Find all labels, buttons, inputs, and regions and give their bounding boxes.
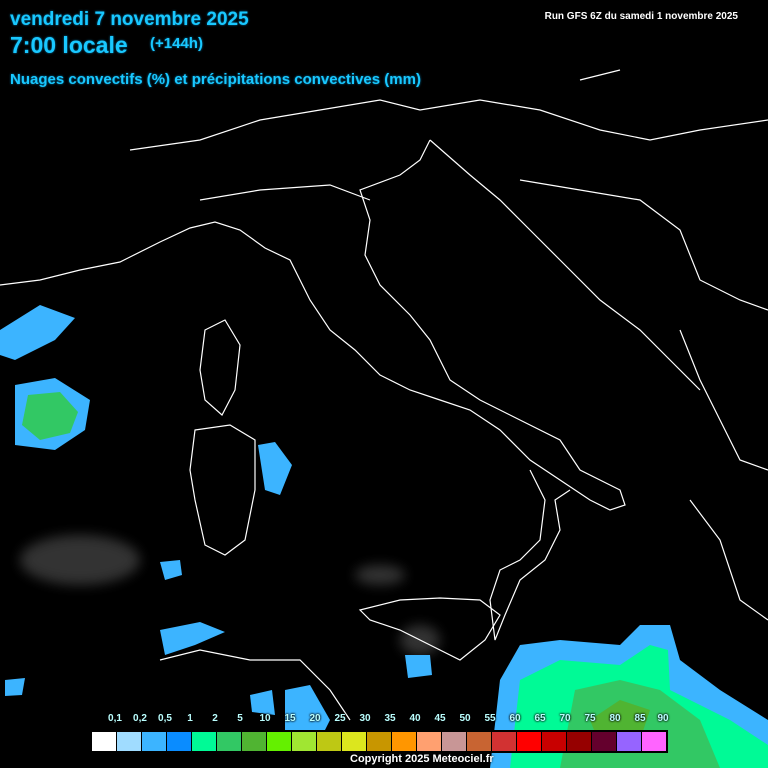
legend-swatch: [616, 731, 641, 752]
legend-swatch: [116, 731, 141, 752]
map-canvas: [0, 69, 768, 768]
legend-swatch: [266, 731, 291, 752]
legend-swatch: [91, 731, 116, 752]
legend-label: 85: [634, 713, 646, 724]
legend-swatch: [466, 731, 491, 752]
legend-label: 50: [459, 713, 471, 724]
forecast-lead-time: (+144h): [150, 35, 203, 52]
legend-swatch: [591, 731, 616, 752]
legend-label: 15: [284, 713, 296, 724]
model-run-label: Run GFS 6Z du samedi 1 novembre 2025: [544, 11, 738, 22]
legend-label: 90: [657, 713, 669, 724]
precipitation-layer: [0, 305, 768, 768]
legend-swatch: [641, 731, 667, 752]
legend-label: 20: [309, 713, 321, 724]
legend-label: 75: [584, 713, 596, 724]
legend-label: 70: [559, 713, 571, 724]
legend-label: 5: [237, 713, 243, 724]
legend-label: 80: [609, 713, 621, 724]
legend-label: 65: [534, 713, 546, 724]
forecast-date: vendredi 7 novembre 2025: [10, 9, 249, 30]
legend-swatch: [241, 731, 266, 752]
legend-swatch: [216, 731, 241, 752]
legend-swatch: [366, 731, 391, 752]
legend-swatch: [341, 731, 366, 752]
cloud-cover-layer: [20, 535, 440, 655]
legend-label: 45: [434, 713, 446, 724]
legend-swatch: [141, 731, 166, 752]
legend-label: 10: [259, 713, 271, 724]
legend-label: 35: [384, 713, 396, 724]
legend-label: 30: [359, 713, 371, 724]
legend-swatch: [316, 731, 341, 752]
parameter-title: Nuages convectifs (%) et précipitations …: [10, 71, 421, 88]
legend-swatch: [416, 731, 441, 752]
legend-swatch: [516, 731, 541, 752]
legend-swatch: [166, 731, 191, 752]
legend-label: 0,5: [158, 713, 172, 724]
legend-label: 25: [334, 713, 346, 724]
copyright: Copyright 2025 Meteociel.fr: [350, 753, 494, 765]
legend-swatch: [491, 731, 516, 752]
legend-swatch: [391, 731, 416, 752]
legend-label: 40: [409, 713, 421, 724]
legend-label: 1: [187, 713, 193, 724]
legend-label: 0,2: [133, 713, 147, 724]
legend-swatch: [291, 731, 316, 752]
forecast-time: 7:00 locale: [10, 32, 128, 58]
coastlines-borders: [0, 69, 768, 721]
legend-label: 60: [509, 713, 521, 724]
legend-swatch: [441, 731, 466, 752]
legend-swatch: [566, 731, 591, 752]
legend-swatch: [541, 731, 566, 752]
weather-map: vendredi 7 novembre 2025 7:00 locale (+1…: [0, 0, 768, 768]
legend-label: 55: [484, 713, 496, 724]
legend-swatch: [191, 731, 216, 752]
legend-label: 0,1: [108, 713, 122, 724]
color-legend: [90, 730, 668, 753]
legend-label: 2: [212, 713, 218, 724]
